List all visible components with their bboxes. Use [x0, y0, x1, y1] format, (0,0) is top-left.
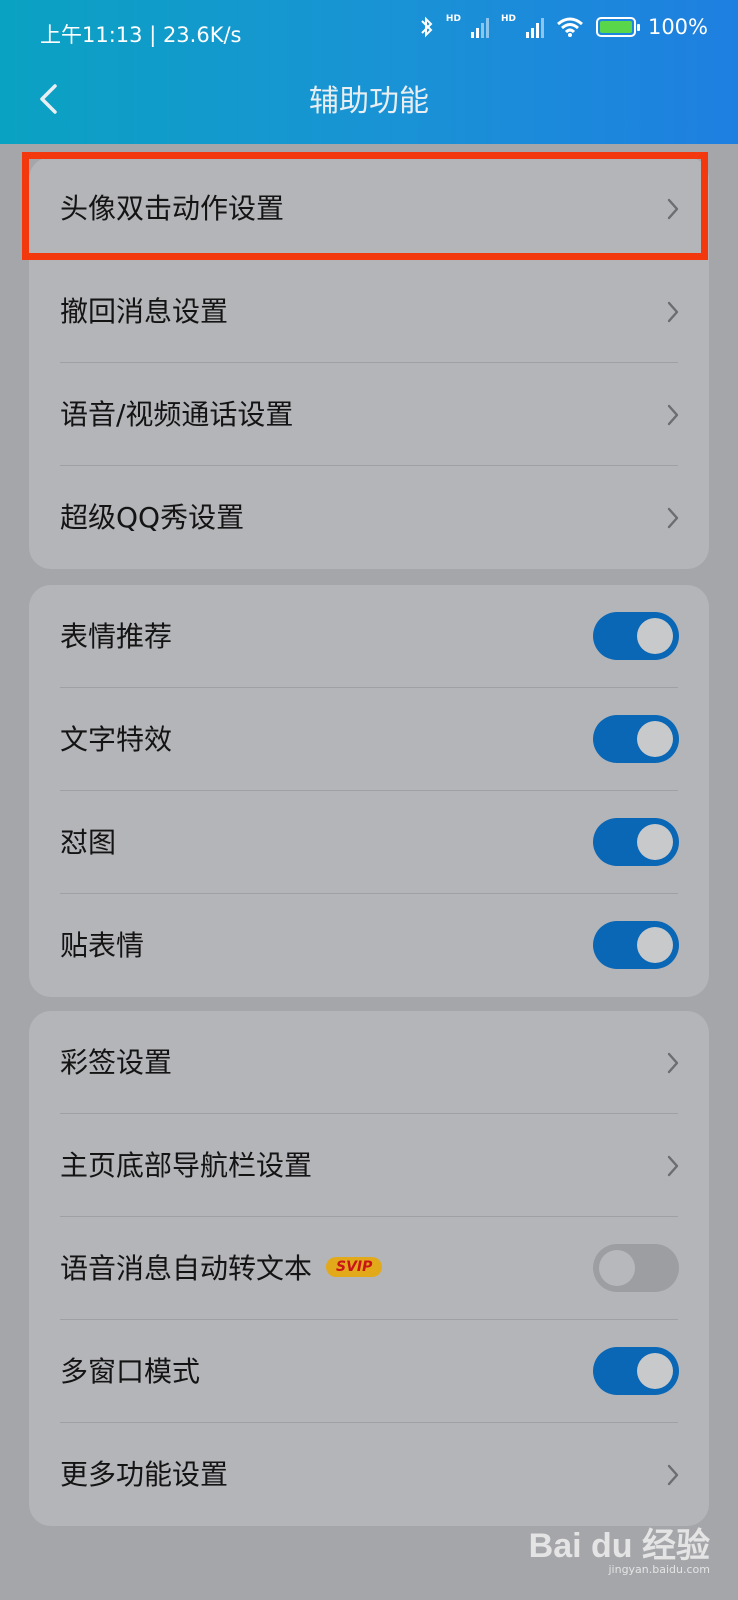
battery-percent: 100%: [647, 15, 708, 39]
battery-icon: [595, 17, 640, 37]
settings-group-2: 表情推荐文字特效怼图贴表情: [29, 585, 709, 997]
settings-row[interactable]: 表情推荐: [29, 585, 709, 688]
battery-fill: [599, 21, 632, 33]
settings-row-label: 更多功能设置: [60, 1423, 228, 1526]
settings-row-label: 撤回消息设置: [60, 260, 228, 363]
row-label-text: 怼图: [60, 826, 117, 859]
toggle-switch[interactable]: [593, 715, 679, 763]
settings-row[interactable]: 怼图: [29, 791, 709, 894]
watermark-brand: Bai du 经验: [528, 1527, 710, 1565]
toggle-knob: [637, 927, 673, 963]
toggle-knob: [637, 824, 673, 860]
row-label-text: 文字特效: [60, 723, 173, 756]
settings-row[interactable]: 超级QQ秀设置: [29, 466, 709, 569]
chevron-right-icon: [667, 1052, 679, 1074]
settings-row-label: 语音/视频通话设置: [60, 363, 293, 466]
row-label-text: 语音/视频通话设置: [60, 398, 294, 431]
settings-row[interactable]: 多窗口模式: [29, 1320, 709, 1423]
settings-row[interactable]: 文字特效: [29, 688, 709, 791]
settings-row[interactable]: 彩签设置: [29, 1011, 709, 1114]
row-label-text: 更多功能设置: [60, 1458, 229, 1491]
settings-row-label: 多窗口模式: [60, 1320, 200, 1423]
toggle-knob: [637, 618, 673, 654]
settings-row-label: 表情推荐: [60, 585, 172, 688]
settings-row-label: 彩签设置: [60, 1011, 172, 1114]
status-icons: HD HD 100%: [420, 14, 708, 39]
hd-label-1: HD: [445, 14, 461, 24]
settings-row-label: 主页底部导航栏设置: [60, 1114, 312, 1217]
row-label-text: 撤回消息设置: [60, 295, 229, 328]
chevron-right-icon: [667, 1155, 679, 1177]
toggle-knob: [637, 721, 673, 757]
settings-row-label: 超级QQ秀设置: [60, 466, 244, 569]
hd-label-2: HD: [500, 14, 516, 24]
settings-row[interactable]: 贴表情: [29, 894, 709, 997]
signal-icon-2: [525, 16, 544, 38]
svip-badge: SVIP: [326, 1257, 383, 1277]
settings-row[interactable]: 更多功能设置: [29, 1423, 709, 1526]
settings-row[interactable]: 撤回消息设置: [29, 260, 709, 363]
toggle-switch[interactable]: [593, 612, 679, 660]
settings-row[interactable]: 主页底部导航栏设置: [29, 1114, 709, 1217]
chevron-right-icon: [667, 404, 679, 426]
row-label-text: 贴表情: [60, 929, 145, 962]
toggle-switch[interactable]: [593, 1347, 679, 1395]
toggle-switch[interactable]: [593, 818, 679, 866]
row-label-text: 主页底部导航栏设置: [60, 1149, 313, 1182]
row-label-text: 超级QQ秀设置: [60, 501, 245, 534]
settings-group-3: 彩签设置主页底部导航栏设置 语音消息自动转文本 SVIP 多窗口模式更多功能设置: [29, 1011, 709, 1526]
wifi-icon: [556, 17, 583, 37]
settings-row-label: 贴表情: [60, 894, 144, 997]
watermark: Bai du 经验 jingyan.baidu.com: [529, 1518, 710, 1576]
toggle-knob: [637, 1353, 673, 1389]
highlight-box: [22, 152, 708, 260]
status-bar: 上午11:13 | 23.6K/s HD HD 100%: [0, 0, 738, 64]
chevron-right-icon: [667, 301, 679, 323]
settings-row[interactable]: 语音/视频通话设置: [29, 363, 709, 466]
toggle-switch[interactable]: [593, 1244, 679, 1292]
toggle-knob: [599, 1250, 635, 1286]
row-label-text: 表情推荐: [60, 620, 173, 653]
bluetooth-icon: [421, 16, 433, 38]
settings-row-label: 怼图: [60, 791, 116, 894]
settings-row[interactable]: 语音消息自动转文本 SVIP: [29, 1217, 709, 1320]
status-time-speed: 上午11:13 | 23.6K/s: [40, 23, 242, 47]
row-label-text: 语音消息自动转文本: [60, 1252, 313, 1285]
settings-row-label: 语音消息自动转文本 SVIP: [60, 1217, 383, 1320]
toggle-switch[interactable]: [593, 921, 679, 969]
signal-icon-1: [470, 16, 489, 38]
navigation-bar: 辅助功能: [0, 64, 738, 144]
chevron-right-icon: [667, 1464, 679, 1486]
row-label-text: 彩签设置: [60, 1046, 173, 1079]
chevron-right-icon: [667, 507, 679, 529]
settings-row-label: 文字特效: [60, 688, 172, 791]
row-label-text: 多窗口模式: [60, 1355, 201, 1388]
page-title: 辅助功能: [309, 84, 429, 119]
